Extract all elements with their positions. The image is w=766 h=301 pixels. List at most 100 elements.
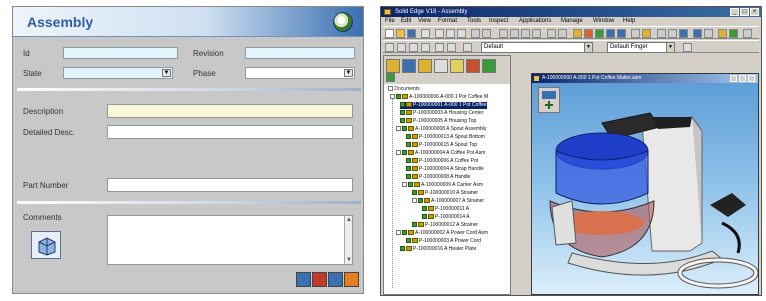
assembly-document-window[interactable]: A-100000000 A-000 1 Pot Coffee Maker.asm xyxy=(531,73,759,295)
tree-item[interactable]: A-100000002 A Power Cord Asm xyxy=(396,230,488,237)
tool-icon[interactable] xyxy=(409,43,418,52)
tool-icon[interactable] xyxy=(521,29,530,38)
close-icon[interactable] xyxy=(344,272,359,287)
tab-search-icon[interactable] xyxy=(482,59,496,73)
minimize-icon[interactable] xyxy=(730,75,737,82)
tab-pathfinder-icon[interactable] xyxy=(386,59,400,73)
tree-item[interactable]: P-100000010 A Strainer xyxy=(412,190,478,197)
paste-icon[interactable] xyxy=(457,29,466,38)
tool-icon[interactable] xyxy=(631,29,640,38)
tree-item[interactable]: P-100000008 A Handle xyxy=(406,174,470,181)
style-combo[interactable]: Default ▼ xyxy=(481,42,593,53)
tool-icon[interactable] xyxy=(510,29,519,38)
tree-item[interactable]: P-100000015 A Spout Top xyxy=(406,142,477,149)
menu-edit[interactable]: Edit xyxy=(401,18,411,24)
tree-item[interactable]: P-100000001 A-000 1 Pot Coffee xyxy=(400,102,487,109)
tab-library-icon[interactable] xyxy=(434,59,448,73)
tool-icon[interactable] xyxy=(558,29,567,38)
undo-icon[interactable] xyxy=(471,29,480,38)
tool-icon[interactable] xyxy=(532,29,541,38)
tree-item[interactable]: P-100000012 A Strainer xyxy=(412,222,478,229)
chevron-down-icon[interactable]: ▼ xyxy=(584,43,592,52)
zoom-icon[interactable] xyxy=(657,29,666,38)
revision-field[interactable] xyxy=(245,47,355,59)
comments-field[interactable]: ▲ ▼ xyxy=(107,215,353,265)
tool-icon[interactable] xyxy=(447,43,456,52)
menu-view[interactable]: View xyxy=(418,18,431,24)
tool-icon[interactable] xyxy=(743,29,752,38)
tree-item[interactable]: P-100000004 A Strap Handle xyxy=(406,166,484,173)
tool-icon[interactable] xyxy=(642,29,651,38)
part-number-field[interactable] xyxy=(107,178,353,192)
id-field[interactable] xyxy=(63,47,178,59)
select-icon[interactable] xyxy=(385,43,394,52)
tree-item[interactable]: P-100000013 A Spout Bottom xyxy=(406,134,485,141)
copy-icon[interactable] xyxy=(446,29,455,38)
tree-item[interactable]: P-100000003 A Power Cord xyxy=(406,238,481,245)
help-icon[interactable] xyxy=(328,272,343,287)
tool-icon[interactable] xyxy=(584,29,593,38)
tool-icon[interactable] xyxy=(683,43,692,52)
chevron-down-icon[interactable]: ▼ xyxy=(162,69,171,77)
fit-icon[interactable] xyxy=(679,29,688,38)
tree-item[interactable]: P-100000003 A Housing Center xyxy=(400,110,483,117)
save-icon[interactable] xyxy=(312,272,327,287)
menu-format[interactable]: Format xyxy=(438,18,457,24)
detailed-desc-field[interactable] xyxy=(107,125,353,139)
tree-item[interactable]: P-100000011 A xyxy=(422,206,469,213)
scroll-up-icon[interactable]: ▲ xyxy=(345,216,353,224)
print-icon[interactable] xyxy=(421,29,430,38)
chevron-down-icon[interactable]: ▼ xyxy=(344,69,353,77)
tool-icon[interactable] xyxy=(617,29,626,38)
tool-icon[interactable] xyxy=(547,29,556,38)
tree-item[interactable]: P-100000014 A xyxy=(422,214,469,221)
menu-inspect[interactable]: Inspect xyxy=(489,18,508,24)
tool-icon[interactable] xyxy=(397,43,406,52)
menu-tools[interactable]: Tools xyxy=(467,18,481,24)
tree-item[interactable]: P-100000005 A Housing Top xyxy=(400,118,476,125)
maximize-icon[interactable] xyxy=(739,75,746,82)
menu-window[interactable]: Window xyxy=(593,18,614,24)
tab-parts-icon[interactable] xyxy=(450,59,464,73)
attach-document-button[interactable] xyxy=(31,231,61,259)
maximize-icon[interactable]: □ xyxy=(740,8,749,16)
save-icon[interactable] xyxy=(407,29,416,38)
view-icon[interactable] xyxy=(296,272,311,287)
menu-applications[interactable]: Applications xyxy=(519,18,551,24)
tool-icon[interactable] xyxy=(718,29,727,38)
tree-item[interactable]: A-100000004 A Coffee Pot Asm xyxy=(396,150,485,157)
tool-icon[interactable] xyxy=(704,29,713,38)
cut-icon[interactable] xyxy=(435,29,444,38)
menu-help[interactable]: Help xyxy=(623,18,635,24)
tab-layers-icon[interactable] xyxy=(418,59,432,73)
tool-icon[interactable] xyxy=(463,43,472,52)
view-orient-icon[interactable] xyxy=(693,29,702,38)
finger-combo[interactable]: Default Finger ▼ xyxy=(607,42,675,53)
tab-tools-icon[interactable] xyxy=(466,59,480,73)
tree-item[interactable]: P-100000016 A Heater Plate xyxy=(400,246,476,253)
tool-icon[interactable] xyxy=(729,29,738,38)
close-icon[interactable] xyxy=(748,75,755,82)
tool-icon[interactable] xyxy=(435,43,444,52)
state-select[interactable]: ▼ xyxy=(63,67,173,79)
tree-item[interactable]: A-100000008 A Spout Assembly xyxy=(396,126,486,133)
chevron-down-icon[interactable]: ▼ xyxy=(666,43,674,52)
scroll-down-icon[interactable]: ▼ xyxy=(345,256,353,264)
redo-icon[interactable] xyxy=(482,29,491,38)
tree-item[interactable]: P-100000006 A Coffee Pot xyxy=(406,158,478,165)
minimize-icon[interactable]: _ xyxy=(730,8,739,16)
documents-root[interactable]: Documents xyxy=(394,86,419,92)
zoom-area-icon[interactable] xyxy=(668,29,677,38)
tool-icon[interactable] xyxy=(606,29,615,38)
tool-icon[interactable] xyxy=(499,29,508,38)
description-field[interactable] xyxy=(107,104,353,118)
tree-item[interactable]: A-100000009 A Carrier Asm xyxy=(402,182,483,189)
comments-scrollbar[interactable]: ▲ ▼ xyxy=(344,216,352,264)
tool-icon[interactable] xyxy=(421,43,430,52)
menu-manage[interactable]: Manage xyxy=(561,18,583,24)
tab-features-icon[interactable] xyxy=(402,59,416,73)
tree-item[interactable]: A-100000006 A-000 1 Pot Coffee M xyxy=(390,94,488,101)
select-icon[interactable] xyxy=(573,29,582,38)
menu-file[interactable]: File xyxy=(385,18,395,24)
tool-icon[interactable] xyxy=(595,29,604,38)
